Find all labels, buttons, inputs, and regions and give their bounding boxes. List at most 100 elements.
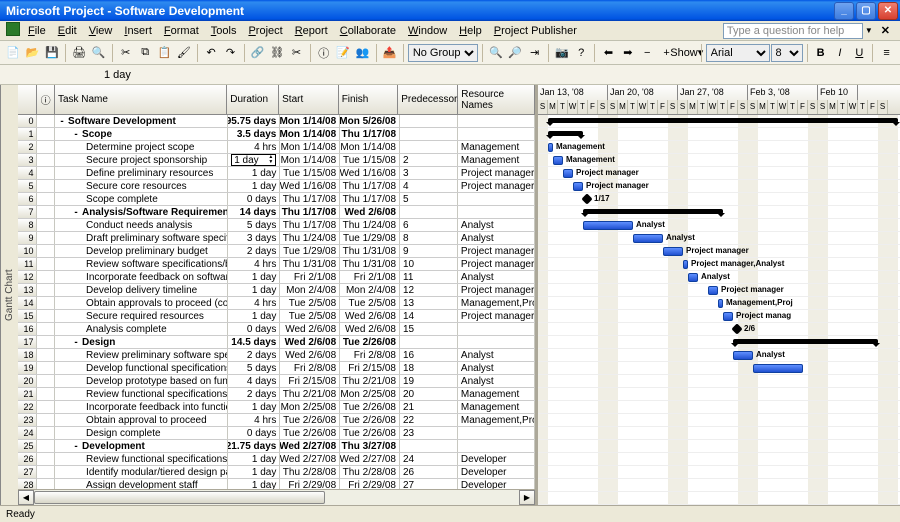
- header-taskname[interactable]: Task Name: [55, 85, 227, 114]
- collapse-icon[interactable]: −: [638, 43, 656, 63]
- gantt-bar[interactable]: [548, 143, 553, 152]
- table-row[interactable]: 15Secure required resources1 dayTue 2/5/…: [18, 310, 535, 323]
- table-row[interactable]: 7-Analysis/Software Requirements14 daysT…: [18, 206, 535, 219]
- gantt-bar[interactable]: [563, 169, 573, 178]
- gantt-bar[interactable]: [688, 273, 698, 282]
- menu-help[interactable]: Help: [453, 23, 488, 39]
- link-icon[interactable]: 🔗: [249, 43, 267, 63]
- outdent-icon[interactable]: ⬅: [599, 43, 617, 63]
- duration-edit-cell[interactable]: 1 day▲▼: [231, 154, 276, 166]
- table-row[interactable]: 27Identify modular/tiered design paramet…: [18, 466, 535, 479]
- table-row[interactable]: 4Define preliminary resources1 dayTue 1/…: [18, 167, 535, 180]
- table-row[interactable]: 16Analysis complete0 daysWed 2/6/08Wed 2…: [18, 323, 535, 336]
- undo-icon[interactable]: ↶: [202, 43, 220, 63]
- close-button[interactable]: ✕: [878, 2, 898, 20]
- print-preview-icon[interactable]: 🔍: [89, 43, 107, 63]
- table-row[interactable]: 5Secure core resources1 dayWed 1/16/08Th…: [18, 180, 535, 193]
- table-row[interactable]: 13Develop delivery timeline1 dayMon 2/4/…: [18, 284, 535, 297]
- menu-report[interactable]: Report: [289, 23, 334, 39]
- table-row[interactable]: 2Determine project scope4 hrsMon 1/14/08…: [18, 141, 535, 154]
- scroll-right-icon[interactable]: ▶: [519, 490, 535, 505]
- group-select[interactable]: No Group: [408, 44, 478, 62]
- menu-project[interactable]: Project: [242, 23, 288, 39]
- gantt-bar[interactable]: [683, 260, 688, 269]
- italic-button[interactable]: I: [831, 43, 849, 63]
- table-row[interactable]: 9Draft preliminary software specificatio…: [18, 232, 535, 245]
- print-icon[interactable]: 🖨: [70, 43, 88, 63]
- gantt-bar[interactable]: [633, 234, 663, 243]
- spinner-buttons[interactable]: ▲▼: [268, 155, 273, 165]
- split-icon[interactable]: ✂: [287, 43, 305, 63]
- gantt-bar[interactable]: [663, 247, 683, 256]
- gantt-bar[interactable]: [708, 286, 718, 295]
- header-predecessors[interactable]: Predecessors: [398, 85, 458, 114]
- table-row[interactable]: 26Review functional specifications1 dayW…: [18, 453, 535, 466]
- gantt-bar[interactable]: [731, 323, 742, 334]
- redo-icon[interactable]: ↷: [221, 43, 239, 63]
- menu-edit[interactable]: Edit: [52, 23, 83, 39]
- goto-task-icon[interactable]: ⇥: [525, 43, 543, 63]
- menu-format[interactable]: Format: [158, 23, 205, 39]
- gantt-bar[interactable]: [583, 221, 633, 230]
- menu-file[interactable]: File: [22, 23, 52, 39]
- publish-icon[interactable]: 📤: [381, 43, 399, 63]
- info-icon[interactable]: ⓘ: [315, 43, 333, 63]
- table-row[interactable]: 28Assign development staff1 dayFri 2/29/…: [18, 479, 535, 489]
- open-icon[interactable]: 📂: [23, 43, 41, 63]
- align-left-icon[interactable]: ≡: [877, 43, 895, 63]
- table-row[interactable]: 1-Scope3.5 daysMon 1/14/08Thu 1/17/08: [18, 128, 535, 141]
- show-button[interactable]: Show▾: [677, 43, 697, 63]
- font-size-select[interactable]: 8: [771, 44, 803, 62]
- gantt-bar[interactable]: [733, 351, 753, 360]
- assign-icon[interactable]: 👥: [353, 43, 371, 63]
- header-start[interactable]: Start: [279, 85, 339, 114]
- save-icon[interactable]: 💾: [43, 43, 61, 63]
- table-row[interactable]: 17-Design14.5 daysWed 2/6/08Tue 2/26/08: [18, 336, 535, 349]
- indent-icon[interactable]: ➡: [619, 43, 637, 63]
- zoom-in-icon[interactable]: 🔎: [506, 43, 524, 63]
- help-search-input[interactable]: [723, 23, 863, 39]
- minimize-button[interactable]: _: [834, 2, 854, 20]
- header-rownum[interactable]: [18, 85, 37, 114]
- table-row[interactable]: 21Review functional specifications2 days…: [18, 388, 535, 401]
- mdi-close-button[interactable]: ✕: [875, 22, 896, 39]
- font-select[interactable]: Arial: [706, 44, 770, 62]
- cut-icon[interactable]: ✂: [117, 43, 135, 63]
- gantt-bar[interactable]: [733, 339, 878, 344]
- gantt-bar[interactable]: [753, 364, 803, 373]
- table-row[interactable]: 19Develop functional specifications5 day…: [18, 362, 535, 375]
- underline-button[interactable]: U: [850, 43, 868, 63]
- table-row[interactable]: 11Review software specifications/budget4…: [18, 258, 535, 271]
- menu-collaborate[interactable]: Collaborate: [334, 23, 402, 39]
- table-row[interactable]: 6Scope complete0 daysThu 1/17/08Thu 1/17…: [18, 193, 535, 206]
- gantt-bar[interactable]: [548, 131, 583, 136]
- gantt-bar[interactable]: [718, 299, 723, 308]
- gantt-bar[interactable]: [548, 118, 898, 123]
- menu-project-publisher[interactable]: Project Publisher: [488, 23, 583, 39]
- table-row[interactable]: 14Obtain approvals to proceed (concept, …: [18, 297, 535, 310]
- menu-tools[interactable]: Tools: [205, 23, 243, 39]
- notes-icon[interactable]: 📝: [334, 43, 352, 63]
- copy-icon[interactable]: ⧉: [136, 43, 154, 63]
- copy-picture-icon[interactable]: 📷: [553, 43, 571, 63]
- table-row[interactable]: 0-Software Development95.75 daysMon 1/14…: [18, 115, 535, 128]
- menu-window[interactable]: Window: [402, 23, 453, 39]
- header-info[interactable]: ⓘ: [37, 85, 55, 114]
- gantt-bar[interactable]: [581, 193, 592, 204]
- maximize-button[interactable]: ▢: [856, 2, 876, 20]
- table-row[interactable]: 8Conduct needs analysis5 daysThu 1/17/08…: [18, 219, 535, 232]
- table-row[interactable]: 23Obtain approval to proceed4 hrsTue 2/2…: [18, 414, 535, 427]
- table-row[interactable]: 24Design complete0 daysTue 2/26/08Tue 2/…: [18, 427, 535, 440]
- paste-icon[interactable]: 📋: [155, 43, 173, 63]
- table-row[interactable]: 25-Development21.75 daysWed 2/27/08Thu 3…: [18, 440, 535, 453]
- menu-insert[interactable]: Insert: [118, 23, 158, 39]
- new-icon[interactable]: 📄: [4, 43, 22, 63]
- gantt-bar[interactable]: [723, 312, 733, 321]
- table-row[interactable]: 10Develop preliminary budget2 daysTue 1/…: [18, 245, 535, 258]
- format-painter-icon[interactable]: 🖌: [175, 43, 193, 63]
- menu-view[interactable]: View: [83, 23, 119, 39]
- scroll-left-icon[interactable]: ◀: [18, 490, 34, 505]
- header-finish[interactable]: Finish: [339, 85, 399, 114]
- help-icon[interactable]: ?: [572, 43, 590, 63]
- table-row[interactable]: 3Secure project sponsorship1 day▲▼Mon 1/…: [18, 154, 535, 167]
